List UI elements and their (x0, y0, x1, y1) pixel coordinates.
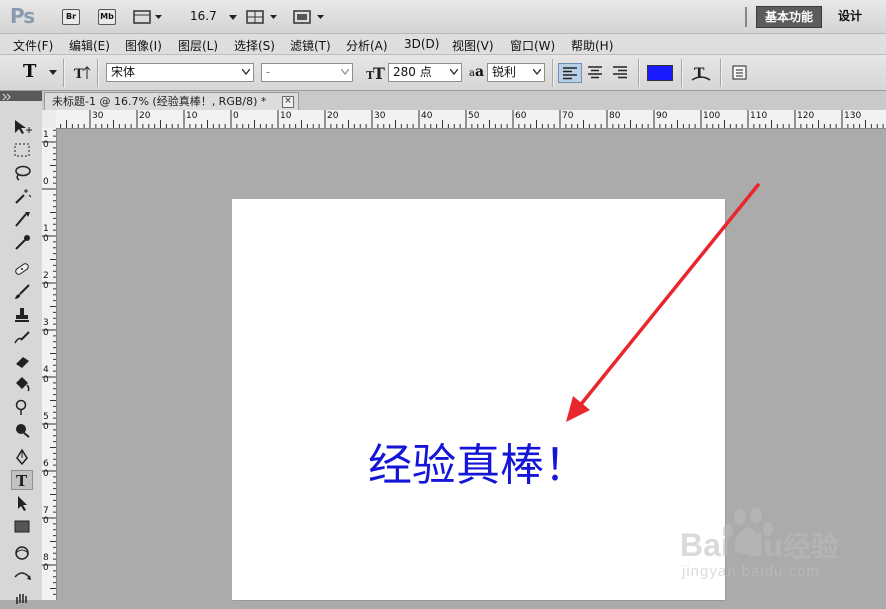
baidu-jingyan-watermark: Bai du经验 jingyan.baidu.com (680, 505, 880, 595)
watermark-brand-a: Bai (680, 527, 730, 563)
watermark-url: jingyan.baidu.com (682, 563, 820, 580)
watermark-brand-c: 经验 (782, 531, 839, 562)
watermark-brand-b: du (743, 527, 783, 563)
